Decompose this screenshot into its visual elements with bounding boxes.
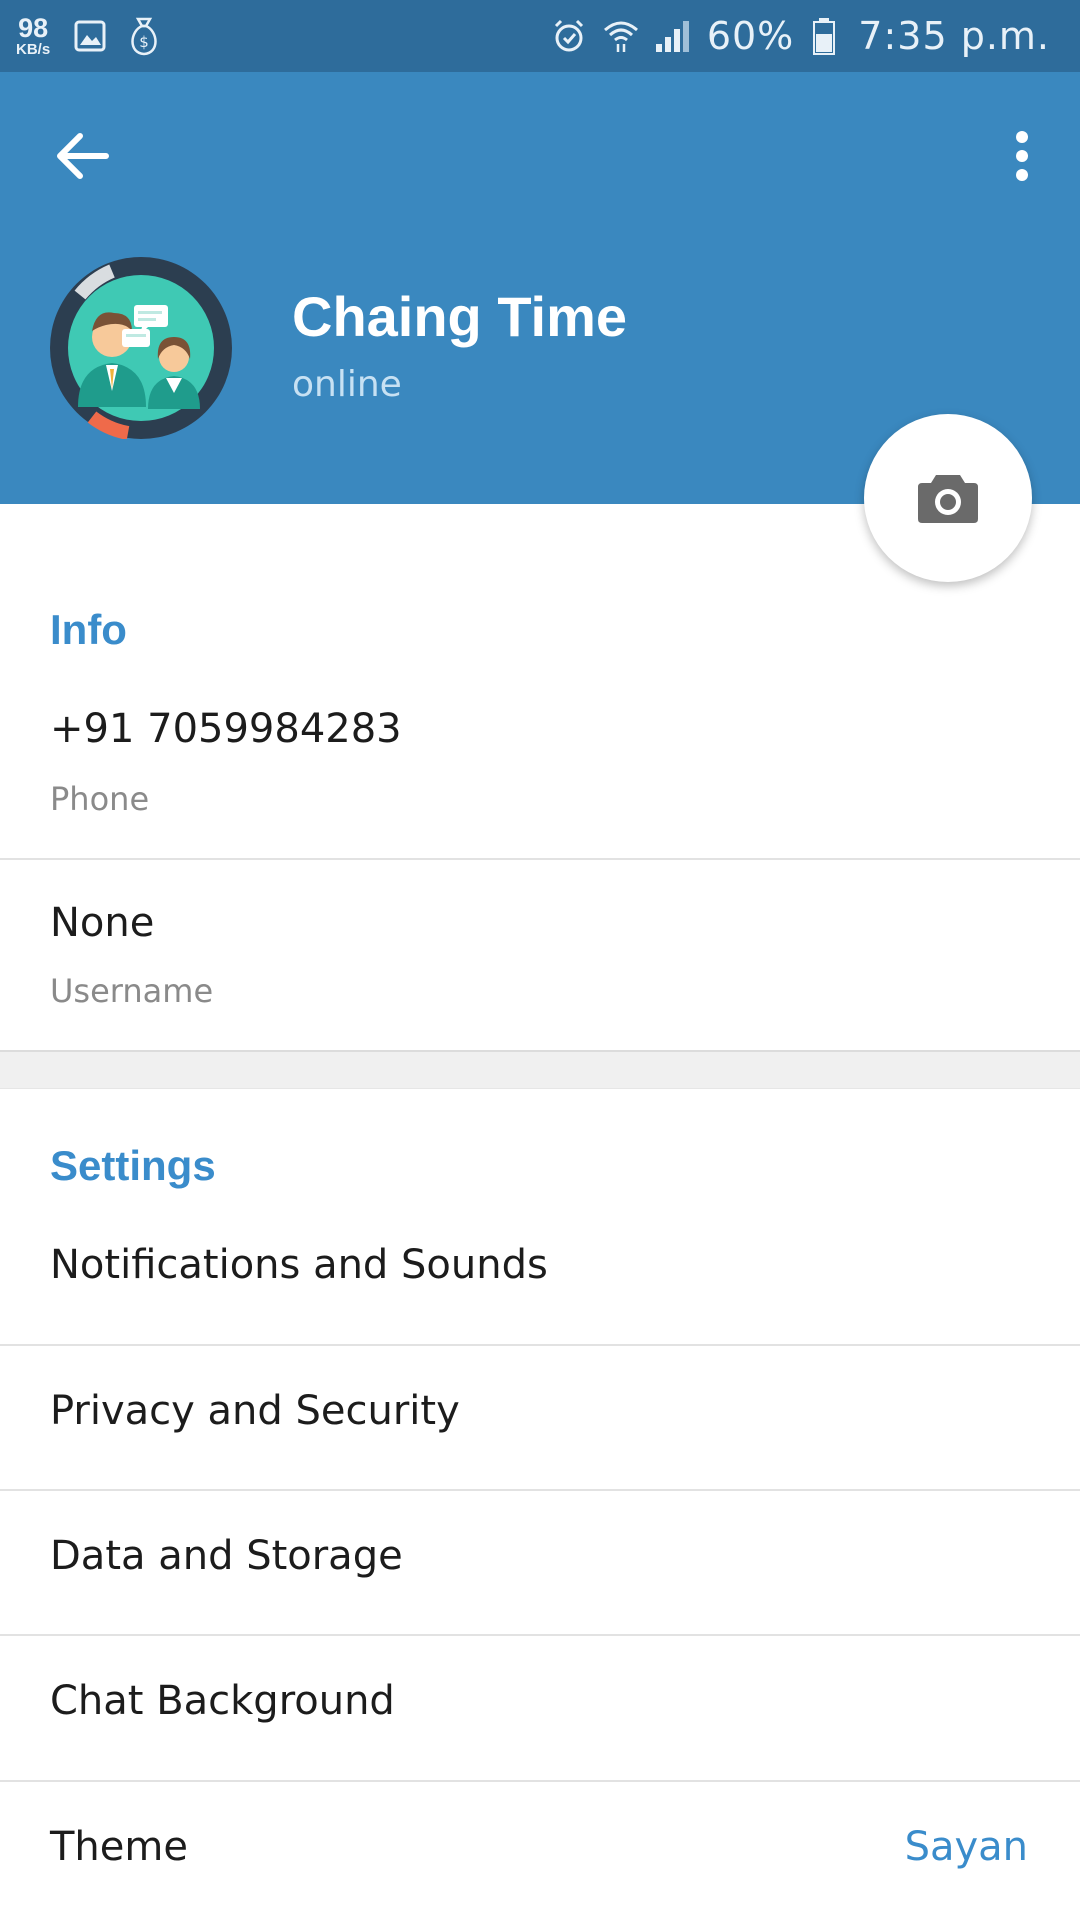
gallery-icon xyxy=(70,16,110,56)
camera-button[interactable] xyxy=(864,414,1032,582)
network-speed-value: 98 xyxy=(18,13,49,43)
phone-row[interactable]: +91 7059984283 Phone xyxy=(0,690,1080,858)
avatar-image xyxy=(50,257,232,440)
camera-icon xyxy=(918,475,978,523)
network-speed-unit: KB/s xyxy=(16,41,51,58)
section-separator xyxy=(0,1050,1080,1089)
setting-privacy-security[interactable]: Privacy and Security xyxy=(0,1346,1080,1490)
username-value: None xyxy=(50,900,155,946)
money-bag-icon: $ xyxy=(124,16,164,56)
setting-label: Notifications and Sounds xyxy=(50,1242,548,1288)
signal-icon xyxy=(653,16,693,56)
username-row[interactable]: None Username xyxy=(0,860,1080,1050)
setting-notifications-sounds[interactable]: Notifications and Sounds xyxy=(0,1200,1080,1344)
more-vertical-icon xyxy=(1016,131,1028,181)
status-bar: 98 KB/s $ 60% 7:35 p.m. xyxy=(0,0,1080,72)
profile-name: Chaing Time xyxy=(292,285,628,348)
more-options-button[interactable] xyxy=(1002,124,1042,188)
profile-status: online xyxy=(292,364,402,405)
alarm-icon xyxy=(549,16,589,56)
theme-value: Sayan xyxy=(904,1824,1028,1870)
setting-chat-background[interactable]: Chat Background xyxy=(0,1636,1080,1780)
phone-label: Phone xyxy=(50,780,150,818)
setting-theme[interactable]: Theme Sayan xyxy=(0,1782,1080,1920)
settings-screen: 98 KB/s $ 60% 7:35 p.m. Chaing Time onli… xyxy=(0,0,1080,1920)
phone-value: +91 7059984283 xyxy=(50,706,402,752)
avatar[interactable] xyxy=(50,257,232,440)
battery-percent: 60% xyxy=(706,14,795,58)
setting-data-storage[interactable]: Data and Storage xyxy=(0,1491,1080,1635)
wifi-icon xyxy=(601,16,641,56)
arrow-left-icon xyxy=(57,133,109,179)
status-bar-left: 98 KB/s $ xyxy=(16,10,178,62)
username-label: Username xyxy=(50,972,214,1010)
status-bar-right: 60% 7:35 p.m. xyxy=(545,10,1056,62)
svg-text:$: $ xyxy=(139,33,149,51)
back-button[interactable] xyxy=(50,124,114,188)
info-section-title: Info xyxy=(50,606,127,653)
settings-section-title: Settings xyxy=(50,1142,216,1189)
setting-label: Data and Storage xyxy=(50,1533,403,1579)
setting-label: Chat Background xyxy=(50,1678,395,1724)
setting-label: Privacy and Security xyxy=(50,1388,460,1434)
network-speed: 98 KB/s xyxy=(16,13,51,58)
setting-label: Theme xyxy=(50,1824,188,1870)
clock: 7:35 p.m. xyxy=(858,14,1050,58)
battery-icon xyxy=(804,16,844,56)
